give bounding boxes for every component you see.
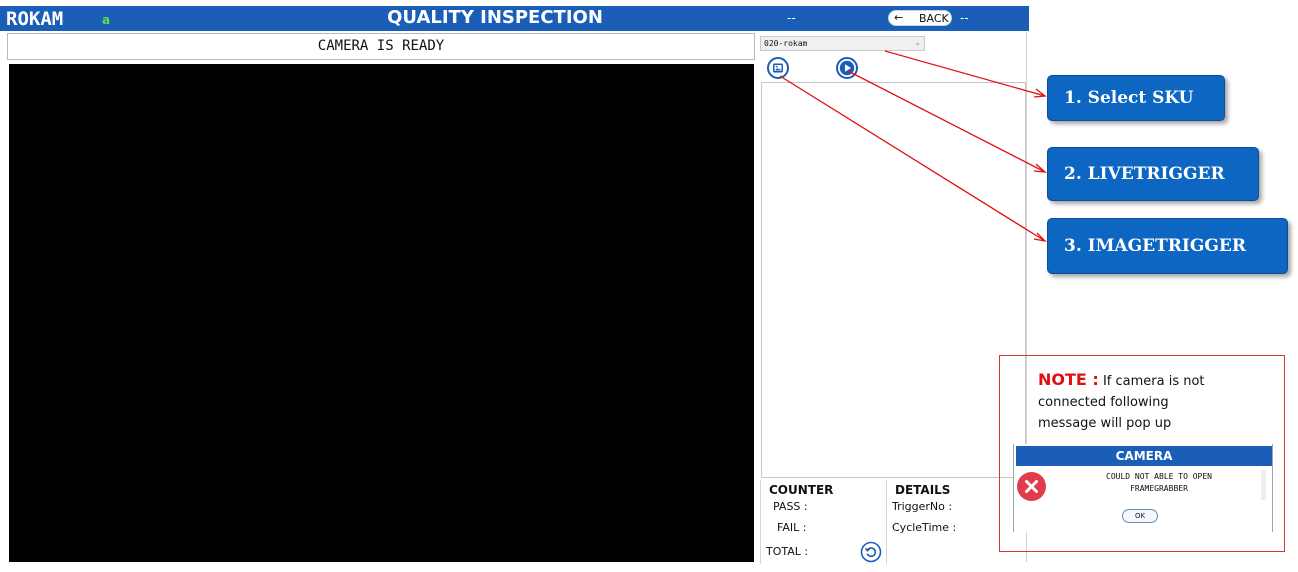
- callout-live-trigger: 2. LIVETRIGGER: [1047, 147, 1259, 201]
- dialog-title: CAMERA: [1016, 446, 1272, 466]
- dialog-message: COULD NOT ABLE TO OPEN FRAMEGRABBER: [1054, 471, 1264, 495]
- ok-button[interactable]: OK: [1122, 509, 1158, 523]
- callout-select-sku: 1. Select SKU: [1047, 75, 1225, 121]
- dialog-message-line-1: COULD NOT ABLE TO OPEN: [1106, 472, 1212, 481]
- note-label: NOTE :: [1038, 370, 1099, 389]
- callout-image-trigger: 3. IMAGETRIGGER: [1047, 218, 1288, 274]
- error-x-icon: [1017, 472, 1046, 501]
- note-line-3: message will pop up: [1038, 416, 1172, 431]
- note-line-2: connected following: [1038, 395, 1169, 410]
- note-box: NOTE : If camera is not connected follow…: [999, 355, 1285, 552]
- note-line-1: If camera is not: [1102, 374, 1205, 389]
- dialog-scrollbar[interactable]: [1261, 470, 1266, 500]
- note-text: NOTE : If camera is not connected follow…: [1038, 369, 1238, 434]
- camera-error-dialog: CAMERA COULD NOT ABLE TO OPEN FRAMEGRABB…: [1013, 444, 1273, 532]
- dialog-message-line-2: FRAMEGRABBER: [1130, 484, 1188, 493]
